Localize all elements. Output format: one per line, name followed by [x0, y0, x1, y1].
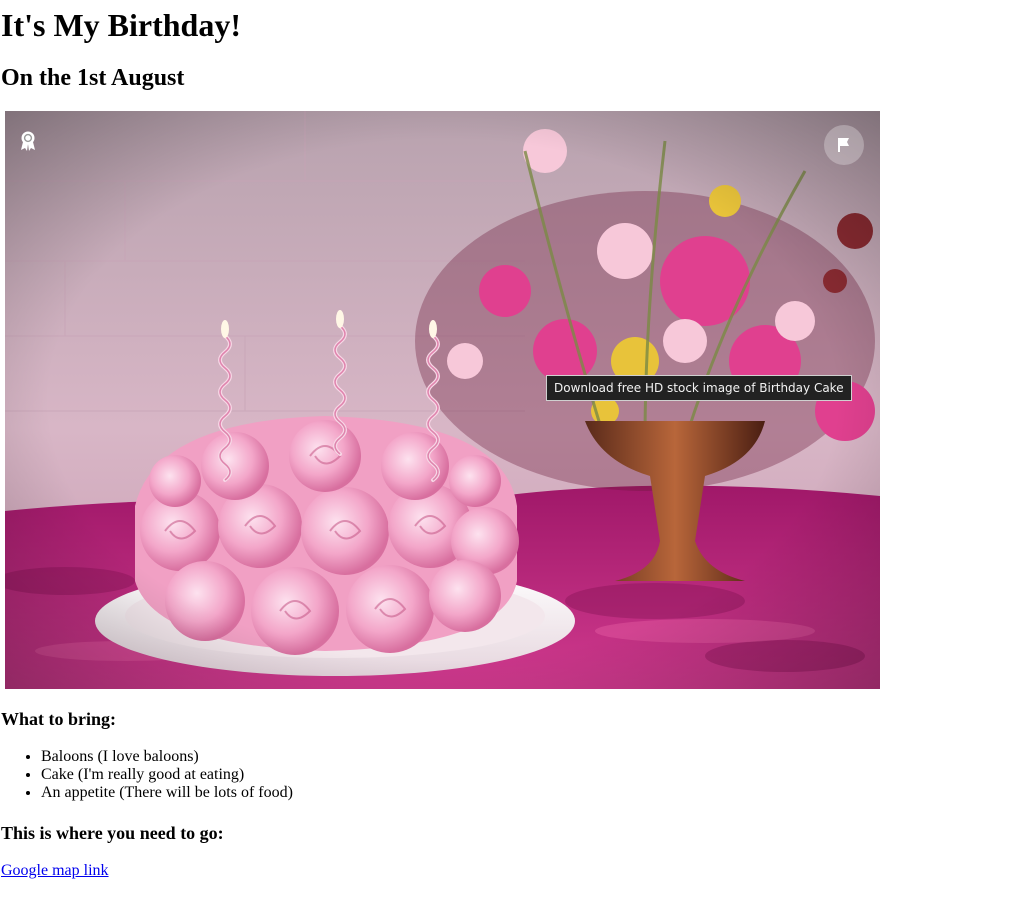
list-item: Cake (I'm really good at eating): [41, 766, 293, 784]
photo-tooltip: Download free HD stock image of Birthday…: [546, 375, 852, 401]
award-ribbon-icon[interactable]: [19, 130, 37, 152]
list-item: An appetite (There will be lots of food): [41, 784, 293, 802]
page-title: It's My Birthday!: [1, 7, 241, 43]
flag-icon: [838, 138, 849, 152]
google-map-link[interactable]: Google map link: [1, 861, 109, 881]
list-item: Baloons (I love baloons): [41, 748, 293, 766]
report-flag-button[interactable]: [824, 125, 864, 165]
bring-list: Baloons (I love baloons) Cake (I'm reall…: [0, 748, 293, 802]
page-subtitle: On the 1st August: [1, 65, 185, 91]
directions-heading: This is where you need to go:: [1, 823, 224, 843]
bring-heading: What to bring:: [1, 709, 117, 729]
birthday-cake-photo[interactable]: Download free HD stock image of Birthday…: [5, 111, 880, 689]
